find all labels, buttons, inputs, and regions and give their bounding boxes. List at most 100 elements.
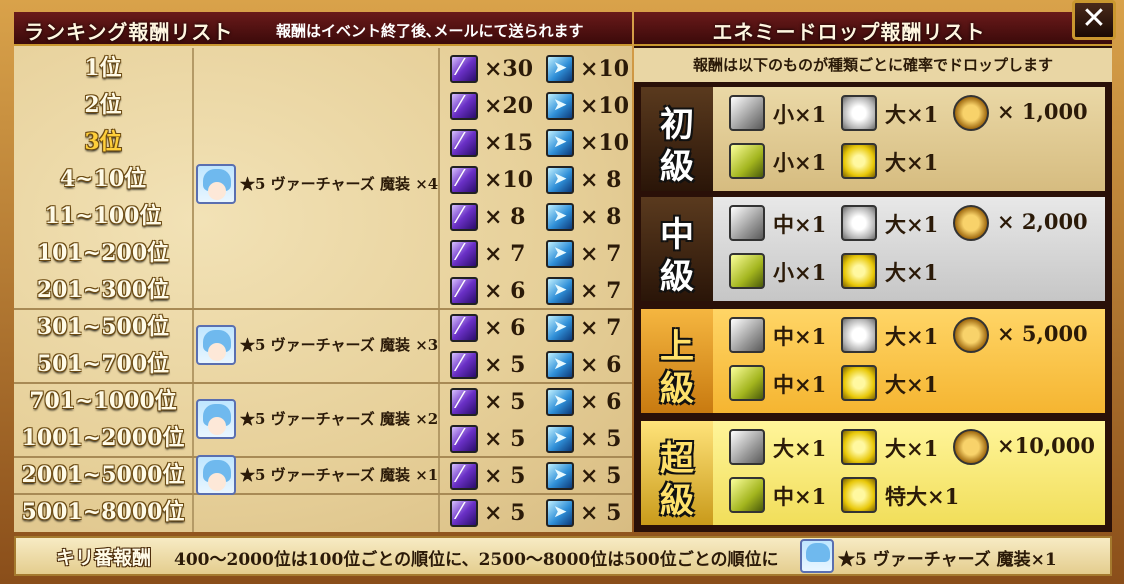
tier-badge: 中 級 — [641, 197, 713, 301]
violet-quantity: × 5 — [484, 389, 526, 415]
blue-arrow-crystal-icon — [546, 388, 574, 416]
violet-crystal-icon — [450, 129, 478, 157]
violet-quantity: ×20 — [484, 93, 534, 119]
ranking-header: ランキング報酬リスト 報酬はイベント終了後､メールにて送られます — [14, 12, 632, 46]
silver-orb-icon — [841, 95, 877, 131]
gold-orb-icon — [841, 143, 877, 179]
drop-amount: 大×1 — [885, 102, 939, 127]
drop-amount: 大×1 — [885, 212, 939, 237]
rank-label: 2001~5000位 — [21, 462, 185, 488]
silver-feather-icon — [729, 95, 765, 131]
drop-amount: ×10,000 — [997, 433, 1095, 458]
drop-amount: 中×1 — [773, 484, 827, 509]
blue-quantity: × 6 — [580, 389, 622, 415]
character-reward: ★5 ヴァーチャーズ 魔装 ×2 — [196, 399, 439, 439]
character-reward: ★5 ヴァーチャーズ 魔装 ×4 — [196, 164, 439, 204]
reward-row: ×30 ×10 — [442, 52, 632, 87]
tier-badge: 上 級 — [641, 309, 713, 413]
drop-amount: 小×1 — [773, 150, 827, 175]
reward-row: × 5 × 5 — [442, 459, 632, 494]
reward-row: × 7 × 7 — [442, 237, 632, 272]
ranking-note: 報酬はイベント終了後､メールにて送られます — [276, 22, 584, 40]
ranking-title: ランキング報酬リスト — [24, 20, 234, 44]
reward-row: × 8 × 8 — [442, 200, 632, 235]
tier-intermediate: 中 級 中×1 大×1 × 2,000 小×1 大×1 — [640, 196, 1106, 302]
violet-quantity: × 7 — [484, 241, 526, 267]
blue-arrow-crystal-icon — [546, 92, 574, 120]
rank-label: 301~500位 — [36, 314, 170, 340]
blue-arrow-crystal-icon — [546, 425, 574, 453]
blue-quantity: × 7 — [580, 241, 622, 267]
character-reward-label: ★5 ヴァーチャーズ 魔装 ×2 — [240, 410, 439, 428]
character-portrait-icon — [196, 399, 236, 439]
rank-label: 11~100位 — [44, 203, 162, 229]
rank-label: 1位 — [84, 55, 122, 81]
rank-label: 4~10位 — [59, 166, 147, 192]
tier-badge: 超 級 — [641, 421, 713, 525]
blue-arrow-crystal-icon — [546, 351, 574, 379]
tier-beginner: 初 級 小×1 大×1 × 1,000 小×1 大×1 — [640, 86, 1106, 192]
silver-feather-icon — [729, 317, 765, 353]
reward-row: ×20 ×10 — [442, 89, 632, 124]
rank-label: 701~1000位 — [29, 388, 177, 414]
silver-orb-icon — [841, 205, 877, 241]
reward-row: × 5 × 5 — [442, 422, 632, 457]
drop-amount: × 2,000 — [997, 209, 1088, 234]
rank-label: 501~700位 — [36, 351, 170, 377]
violet-quantity: × 8 — [484, 204, 526, 230]
reward-row: × 5 × 5 — [442, 496, 632, 531]
milestone-reward-bar: キリ番報酬 400〜2000位は100位ごとの順位に、2500〜8000位は50… — [14, 536, 1112, 576]
blue-quantity: ×10 — [580, 130, 630, 156]
enemy-drop-panel: エネミードロップ報酬リスト ✕ 報酬は以下のものが種類ごとに確率でドロップします… — [634, 0, 1116, 532]
column-divider — [192, 48, 194, 532]
event-reward-window: ランキング報酬リスト 報酬はイベント終了後､メールにて送られます 1位 2位 3… — [0, 0, 1124, 584]
violet-crystal-icon — [450, 425, 478, 453]
tier-char: 級 — [660, 481, 694, 521]
character-reward: ★5 ヴァーチャーズ 魔装 ×3 — [196, 325, 439, 365]
milestone-reward-label: ★5 ヴァーチャーズ 魔装×1 — [838, 550, 1057, 570]
blue-arrow-crystal-icon — [546, 314, 574, 342]
gold-orb-icon — [841, 365, 877, 401]
gold-orb-icon — [841, 253, 877, 289]
coin-icon — [953, 429, 989, 465]
character-portrait-icon — [196, 325, 236, 365]
violet-quantity: × 6 — [484, 278, 526, 304]
close-button[interactable]: ✕ — [1072, 0, 1116, 40]
drop-amount: 中×1 — [773, 212, 827, 237]
blue-arrow-crystal-icon — [546, 129, 574, 157]
violet-quantity: ×10 — [484, 167, 534, 193]
blue-arrow-crystal-icon — [546, 203, 574, 231]
drop-header: エネミードロップ報酬リスト — [634, 12, 1112, 46]
violet-quantity: ×15 — [484, 130, 534, 156]
blue-arrow-crystal-icon — [546, 240, 574, 268]
rank-label: 3位 — [84, 129, 122, 155]
milestone-text: 400〜2000位は100位ごとの順位に、2500〜8000位は500位ごとの順… — [174, 550, 779, 570]
tier-char: 級 — [660, 257, 694, 297]
violet-quantity: × 6 — [484, 315, 526, 341]
drop-amount: 大×1 — [885, 150, 939, 175]
drop-amount: 特大×1 — [885, 484, 960, 509]
tier-advanced: 上 級 中×1 大×1 × 5,000 中×1 大×1 — [640, 308, 1106, 414]
tier-expert: 超 級 大×1 大×1 ×10,000 中×1 特大×1 — [640, 420, 1106, 526]
violet-crystal-icon — [450, 92, 478, 120]
blue-quantity: × 5 — [580, 426, 622, 452]
silver-feather-icon — [729, 205, 765, 241]
violet-quantity: × 5 — [484, 352, 526, 378]
milestone-label: キリ番報酬 — [56, 547, 152, 569]
rank-label: 2位 — [84, 92, 122, 118]
reward-row: × 5 × 6 — [442, 385, 632, 420]
blue-arrow-crystal-icon — [546, 55, 574, 83]
drop-amount: × 5,000 — [997, 321, 1088, 346]
character-reward-label: ★5 ヴァーチャーズ 魔装 ×3 — [240, 336, 439, 354]
violet-crystal-icon — [450, 277, 478, 305]
gold-orb-large-icon — [841, 477, 877, 513]
violet-crystal-icon — [450, 462, 478, 490]
drop-amount: 小×1 — [773, 260, 827, 285]
character-reward-label: ★5 ヴァーチャーズ 魔装 ×4 — [240, 175, 439, 193]
tier-char: 級 — [660, 147, 694, 187]
column-divider — [438, 48, 440, 532]
drop-note: 報酬は以下のものが種類ごとに確率でドロップします — [634, 48, 1112, 82]
drop-amount: 大×1 — [885, 372, 939, 397]
green-feather-icon — [729, 365, 765, 401]
drop-amount: 大×1 — [885, 324, 939, 349]
